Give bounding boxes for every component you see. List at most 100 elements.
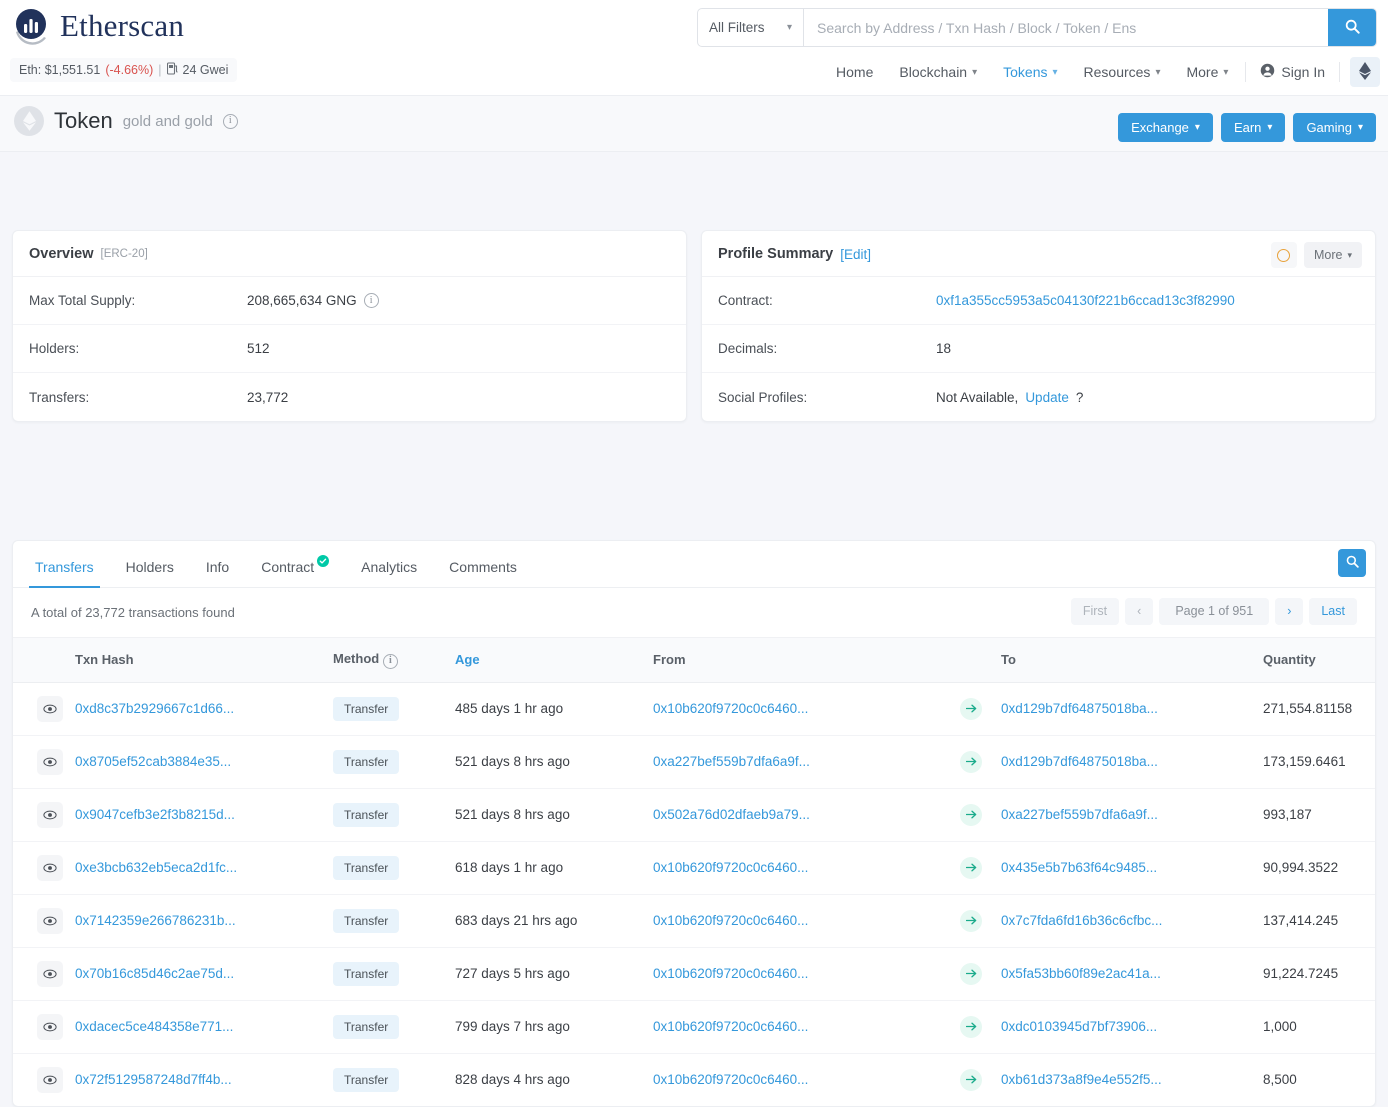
row-age-cell: 521 days 8 hrs ago [449, 735, 647, 789]
eye-icon[interactable] [37, 748, 63, 775]
eye-icon[interactable] [37, 1013, 63, 1040]
from-address-link[interactable]: 0x10b620f9720c0c6460... [653, 860, 808, 875]
txn-hash-link[interactable]: 0xdacec5ce484358e771... [75, 1019, 233, 1034]
to-address-link[interactable]: 0x7c7fda6fd16b36c6cfbc... [1001, 913, 1162, 928]
method-badge: Transfer [333, 749, 400, 774]
to-address-link[interactable]: 0xdc0103945d7bf73906... [1001, 1019, 1157, 1034]
pagination-last-button[interactable]: Last [1309, 598, 1357, 625]
from-address-link[interactable]: 0x10b620f9720c0c6460... [653, 913, 808, 928]
row-age-cell: 727 days 5 hrs ago [449, 947, 647, 1001]
txn-hash-link[interactable]: 0x9047cefb3e2f3b8215d... [75, 807, 235, 822]
from-address-link[interactable]: 0x10b620f9720c0c6460... [653, 1072, 808, 1087]
profile-summary-card-header: Profile Summary [Edit] More ▾ [702, 231, 1375, 277]
ticker-separator: | [158, 63, 162, 77]
profile-more-button[interactable]: More ▾ [1303, 242, 1362, 268]
tab-holders[interactable]: Holders [110, 547, 190, 587]
info-circle-icon[interactable]: i [382, 653, 398, 669]
from-address-link[interactable]: 0x10b620f9720c0c6460... [653, 1019, 808, 1034]
column-age[interactable]: Age [449, 637, 647, 683]
row-eye-cell [13, 735, 69, 789]
txn-hash-link[interactable]: 0x8705ef52cab3884e35... [75, 754, 231, 769]
info-circle-icon[interactable]: i [222, 113, 238, 129]
search-input[interactable] [804, 9, 1328, 46]
row-to-cell: 0xdc0103945d7bf73906... [995, 1000, 1257, 1054]
pagination-next-button[interactable]: › [1275, 598, 1304, 625]
search-filter-select[interactable]: All Filters ▾ [698, 9, 804, 46]
txn-hash-link[interactable]: 0xd8c37b2929667c1d66... [75, 701, 234, 716]
eye-icon[interactable] [37, 854, 63, 881]
to-address-link[interactable]: 0xb61d373a8f9e4e552f5... [1001, 1072, 1162, 1087]
eth-price-ticker[interactable]: Eth: $1,551.51 (-4.66%) | 24 Gwei [10, 58, 238, 82]
from-address-link[interactable]: 0xa227bef559b7dfa6a9f... [653, 754, 810, 769]
gaming-button[interactable]: Gaming ▾ [1293, 113, 1376, 142]
chevron-down-icon: ▾ [1052, 66, 1058, 78]
contract-address-link[interactable]: 0xf1a355cc5953a5c04130f221b6ccad13c3f829… [936, 293, 1235, 308]
tab-info[interactable]: Info [190, 547, 245, 587]
to-address-link[interactable]: 0x435e5b7b63f64c9485... [1001, 860, 1157, 875]
chevron-right-icon: › [1287, 604, 1292, 618]
arrow-right-icon [960, 1015, 982, 1038]
overview-row-max-total-supply: Max Total Supply: 208,665,634 GNG i [13, 277, 686, 325]
tab-label: Analytics [361, 559, 418, 575]
to-address-link[interactable]: 0xa227bef559b7dfa6a9f... [1001, 807, 1158, 822]
row-from-cell: 0x10b620f9720c0c6460... [647, 682, 947, 736]
eth-price-change: (-4.66%) [105, 63, 154, 77]
decimals-label: Decimals: [718, 341, 778, 356]
tab-transfers[interactable]: Transfers [19, 547, 110, 588]
tab-contract[interactable]: Contract [245, 547, 345, 587]
eye-icon[interactable] [37, 907, 63, 934]
tab-comments[interactable]: Comments [433, 547, 533, 587]
to-address-link[interactable]: 0xd129b7df64875018ba... [1001, 701, 1158, 716]
from-address-link[interactable]: 0x502a76d02dfaeb9a79... [653, 807, 810, 822]
summary-cards: Overview [ERC-20] Max Total Supply: 208,… [0, 230, 1388, 422]
eye-icon[interactable] [37, 1066, 63, 1093]
txn-hash-link[interactable]: 0xe3bcb632eb5eca2d1fc... [75, 860, 237, 875]
edit-profile-link[interactable]: [Edit] [840, 247, 871, 262]
txn-hash-link[interactable]: 0x72f5129587248d7ff4b... [75, 1072, 232, 1087]
eye-icon[interactable] [37, 801, 63, 828]
row-quantity-cell: 90,994.3522 [1257, 841, 1375, 895]
tab-label: Info [205, 559, 230, 575]
pagination-prev-button[interactable]: ‹ [1125, 598, 1154, 625]
sign-in-button[interactable]: Sign In [1250, 57, 1335, 87]
profile-header-actions: More ▾ [1270, 242, 1362, 268]
arrow-right-icon [960, 1068, 982, 1091]
eye-icon[interactable] [37, 695, 63, 722]
nav-item-home[interactable]: Home [823, 58, 886, 86]
row-method-cell: Transfer [327, 682, 449, 736]
social-update-link[interactable]: Update [1025, 390, 1069, 405]
to-address-link[interactable]: 0xd129b7df64875018ba... [1001, 754, 1158, 769]
ethereum-network-button[interactable] [1350, 57, 1380, 87]
to-address-link[interactable]: 0x5fa53bb60f89e2ac41a... [1001, 966, 1161, 981]
from-address-link[interactable]: 0x10b620f9720c0c6460... [653, 701, 808, 716]
panel-tabs: Transfers Holders Info Contract Analytic… [13, 541, 1375, 588]
row-method-cell: Transfer [327, 735, 449, 789]
arrow-right-icon [960, 856, 982, 879]
pagination-first-button[interactable]: First [1070, 598, 1120, 625]
from-address-link[interactable]: 0x10b620f9720c0c6460... [653, 966, 808, 981]
tab-analytics[interactable]: Analytics [345, 547, 433, 587]
search-submit-button[interactable] [1328, 9, 1376, 46]
row-eye-cell [13, 894, 69, 948]
token-subtitle: gold and gold [122, 112, 213, 130]
exchange-button[interactable]: Exchange ▾ [1118, 113, 1213, 142]
row-arrow-cell [947, 1000, 995, 1054]
eye-icon[interactable] [37, 960, 63, 987]
nav-item-blockchain[interactable]: Blockchain ▾ [886, 58, 990, 86]
nav-label: Home [836, 64, 874, 80]
table-search-button[interactable] [1338, 549, 1366, 577]
nav-item-resources[interactable]: Resources ▾ [1071, 58, 1174, 86]
search-icon [1345, 19, 1360, 37]
earn-button[interactable]: Earn ▾ [1220, 113, 1286, 142]
nav-item-tokens[interactable]: Tokens ▾ [990, 58, 1070, 86]
row-txn-hash-cell: 0x72f5129587248d7ff4b... [69, 1053, 327, 1106]
arrow-right-icon [960, 803, 982, 826]
nav-item-more[interactable]: More ▾ [1173, 58, 1241, 86]
txn-hash-link[interactable]: 0x7142359e266786231b... [75, 913, 236, 928]
brand-logo-link[interactable]: Etherscan [12, 6, 184, 46]
pagination-current-page: Page 1 of 951 [1159, 598, 1270, 625]
txn-hash-link[interactable]: 0x70b16c85d46c2ae75d... [75, 966, 234, 981]
row-to-cell: 0xd129b7df64875018ba... [995, 735, 1257, 789]
info-circle-icon[interactable]: i [363, 293, 379, 308]
ring-circle-icon[interactable] [1270, 242, 1297, 268]
